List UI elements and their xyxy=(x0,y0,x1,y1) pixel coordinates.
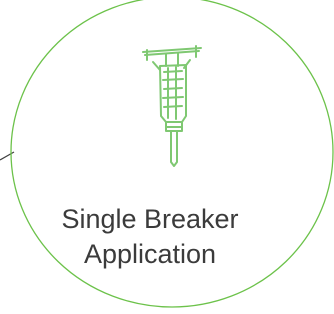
diagram-canvas: Single Breaker Application xyxy=(0,0,334,314)
node-label-line2: Application xyxy=(83,239,217,269)
jackhammer-icon xyxy=(142,45,202,167)
node-label-line1: Single Breaker xyxy=(61,204,239,234)
connector-line xyxy=(0,151,15,161)
node-label: Single Breaker Application xyxy=(40,202,260,272)
